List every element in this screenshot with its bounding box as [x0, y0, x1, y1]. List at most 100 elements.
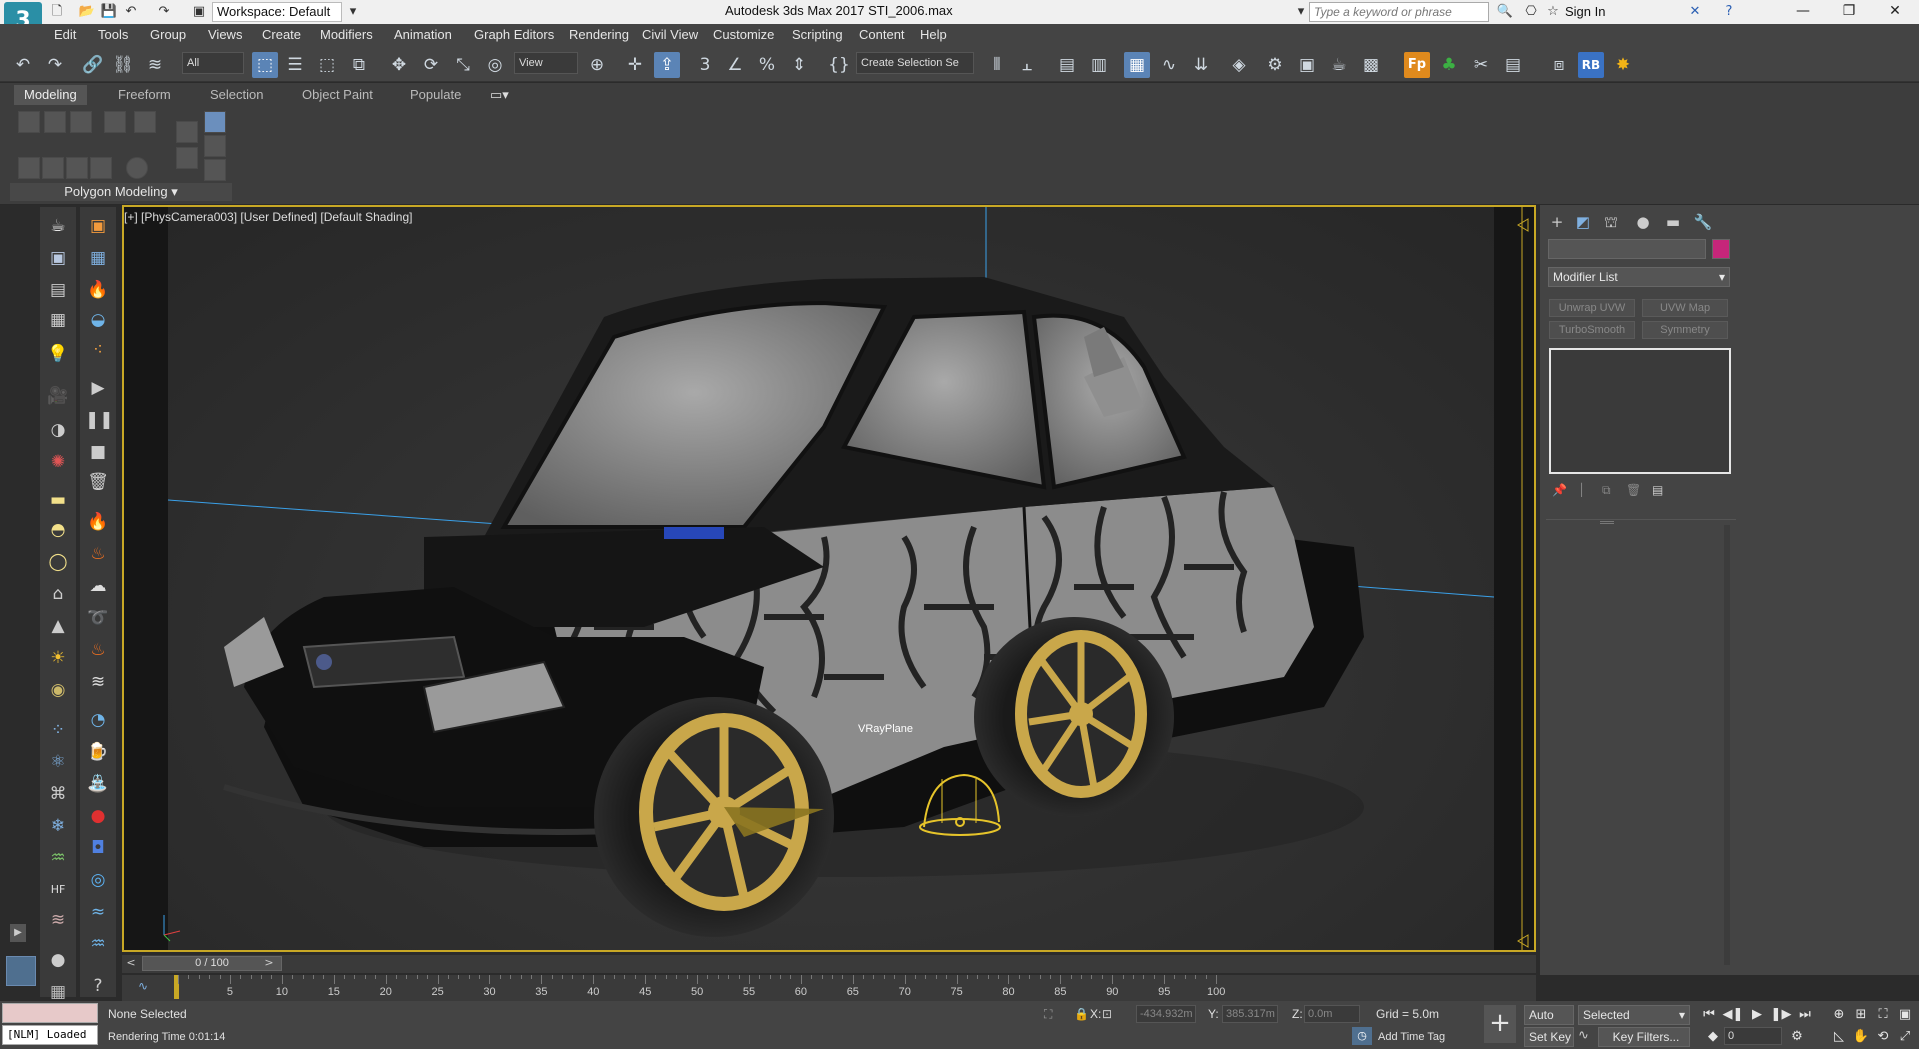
- qa-customize-icon[interactable]: ▾: [344, 3, 362, 21]
- grass-icon[interactable]: ♒: [45, 845, 71, 871]
- rendered-frame-window-icon[interactable]: ▣: [1294, 52, 1320, 78]
- atoms-icon[interactable]: ⚛: [45, 749, 71, 775]
- maxscript-listener-field[interactable]: [2, 1003, 98, 1023]
- window-crossing-icon[interactable]: ⧉: [346, 52, 372, 78]
- time-slider-prev-icon[interactable]: <: [124, 956, 138, 971]
- use-nurms-icon[interactable]: [204, 111, 226, 133]
- mesh-light-icon[interactable]: ⌂: [45, 581, 71, 607]
- exchange-icon[interactable]: ✕: [1686, 3, 1704, 21]
- time-configuration-icon[interactable]: ⚙: [1786, 1027, 1808, 1047]
- sun-plugin-icon[interactable]: ✸: [1610, 52, 1636, 78]
- hierarchy-tab-icon[interactable]: ⛫: [1598, 209, 1624, 235]
- open-file-icon[interactable]: 📂: [78, 3, 96, 21]
- modifier-list-dropdown[interactable]: Modifier List ▾: [1548, 267, 1730, 287]
- modify-mode-icon[interactable]: [18, 157, 40, 179]
- reference-coordinate-dropdown[interactable]: View: [514, 52, 578, 74]
- camera-icon[interactable]: 🎥: [45, 383, 71, 409]
- snaps-toggle-icon[interactable]: 3: [692, 52, 718, 78]
- menu-animation[interactable]: Animation: [394, 27, 452, 42]
- tab-object-paint[interactable]: Object Paint: [292, 85, 383, 105]
- undo-icon[interactable]: ↶: [10, 52, 36, 78]
- set-key-plus-icon[interactable]: +: [1484, 1005, 1516, 1043]
- menu-edit[interactable]: Edit: [54, 27, 76, 42]
- spiral-icon[interactable]: ◑: [45, 417, 71, 443]
- edit-named-selection-icon[interactable]: {}: [826, 52, 852, 78]
- time-slider-thumb[interactable]: 0 / 100: [142, 956, 282, 971]
- material-editor-icon[interactable]: ◈: [1226, 52, 1252, 78]
- viewport-layout-icon[interactable]: [6, 956, 36, 986]
- modifier-stack-view[interactable]: [1549, 348, 1731, 474]
- dots-icon[interactable]: ⁘: [45, 717, 71, 743]
- render-frame-icon[interactable]: ▣: [45, 245, 71, 271]
- ocean-grid-icon[interactable]: ▦: [85, 245, 111, 271]
- go-to-end-icon[interactable]: ⏭: [1794, 1005, 1816, 1025]
- help-icon[interactable]: ?: [1720, 3, 1738, 21]
- pan-view-icon[interactable]: ✋: [1850, 1027, 1872, 1047]
- turbosmooth-button[interactable]: TurboSmooth: [1549, 321, 1635, 339]
- unwrap-uvw-button[interactable]: Unwrap UVW: [1549, 299, 1635, 317]
- z-coordinate-field[interactable]: 0.0m: [1304, 1005, 1360, 1023]
- go-to-start-icon[interactable]: ⏮: [1698, 1005, 1720, 1025]
- layers-stack-icon[interactable]: ⧈: [1546, 52, 1572, 78]
- toggle-ribbon-icon[interactable]: ▥: [1086, 52, 1112, 78]
- fire-source-icon[interactable]: 🔥: [85, 277, 111, 303]
- vertex-icon[interactable]: [18, 111, 40, 133]
- render-production-icon[interactable]: ☕: [1326, 52, 1352, 78]
- list-panel-icon[interactable]: ▤: [45, 277, 71, 303]
- grid-list-icon[interactable]: ▤: [1500, 52, 1526, 78]
- quick-slice-icon[interactable]: [204, 135, 226, 157]
- remove-modifier-icon[interactable]: 🗑: [1626, 483, 1641, 497]
- particle-icon[interactable]: ✺: [45, 449, 71, 475]
- border-icon[interactable]: [70, 111, 92, 133]
- edge-icon[interactable]: [44, 111, 66, 133]
- new-file-icon[interactable]: 🗋: [48, 3, 66, 21]
- sun-icon[interactable]: ☀: [45, 645, 71, 671]
- grid-panel-icon[interactable]: ▦: [45, 307, 71, 333]
- fire-smoke-icon[interactable]: ♨: [85, 541, 111, 567]
- net-icon[interactable]: ⌘: [45, 781, 71, 807]
- menu-views[interactable]: Views: [208, 27, 242, 42]
- next-frame-icon[interactable]: ❚▶: [1770, 1005, 1792, 1025]
- sphere-light-icon[interactable]: ◯: [45, 549, 71, 575]
- mirror-icon[interactable]: ⫴: [984, 52, 1010, 78]
- tab-freeform[interactable]: Freeform: [108, 85, 181, 105]
- project-folder-icon[interactable]: ▣: [190, 3, 208, 21]
- menu-rendering[interactable]: Rendering: [569, 27, 629, 42]
- orbit-icon[interactable]: ⟲: [1872, 1027, 1894, 1047]
- move-icon[interactable]: ✥: [386, 52, 412, 78]
- liquid-icon[interactable]: ◒: [85, 307, 111, 333]
- time-tag-icon[interactable]: ◷: [1352, 1027, 1372, 1045]
- menu-help[interactable]: Help: [920, 27, 947, 42]
- undo-quick-icon[interactable]: ↶: [122, 3, 140, 21]
- hf-icon[interactable]: HF: [45, 877, 71, 903]
- spinner-snap-icon[interactable]: ⇕: [786, 52, 812, 78]
- search-dropdown-icon[interactable]: ▾: [1292, 3, 1310, 21]
- layer-explorer-icon[interactable]: ▤: [1054, 52, 1080, 78]
- smoke-icon[interactable]: ☁: [85, 573, 111, 599]
- previous-frame-icon[interactable]: ◀❚: [1722, 1005, 1744, 1025]
- show-cage-icon[interactable]: [66, 157, 88, 179]
- vortex-icon[interactable]: ➰: [85, 605, 111, 631]
- zoom-extents-icon[interactable]: ⛶: [1872, 1005, 1894, 1025]
- key-filters-button[interactable]: Key Filters...: [1598, 1027, 1690, 1047]
- add-time-tag-button[interactable]: Add Time Tag: [1378, 1031, 1445, 1043]
- tab-selection[interactable]: Selection: [200, 85, 273, 105]
- ies-light-icon[interactable]: ◉: [45, 677, 71, 703]
- element-icon[interactable]: [134, 111, 156, 133]
- zoom-extents-all-icon[interactable]: ▣: [1894, 1005, 1916, 1025]
- current-frame-field[interactable]: 0: [1724, 1027, 1782, 1045]
- subscription-icon[interactable]: ⎔: [1522, 3, 1540, 21]
- uvw-map-button[interactable]: UVW Map: [1642, 299, 1728, 317]
- redo-icon[interactable]: ↷: [42, 52, 68, 78]
- field-of-view-icon[interactable]: ◺: [1828, 1027, 1850, 1047]
- panel-drag-handle[interactable]: [1600, 521, 1614, 524]
- selection-lock-icon[interactable]: 🔒: [1074, 1007, 1089, 1021]
- curve-editor-icon[interactable]: ∿: [1156, 52, 1182, 78]
- motion-tab-icon[interactable]: ●: [1630, 209, 1656, 235]
- display-tab-icon[interactable]: ▬: [1660, 209, 1686, 235]
- wave-icon[interactable]: ≈: [85, 899, 111, 925]
- object-name-field[interactable]: [1548, 239, 1706, 259]
- ocean-icon[interactable]: ♒: [85, 931, 111, 957]
- ribbon-options-icon[interactable]: ▭▾: [480, 85, 519, 105]
- configure-modifier-sets-icon[interactable]: ▤: [1652, 483, 1663, 497]
